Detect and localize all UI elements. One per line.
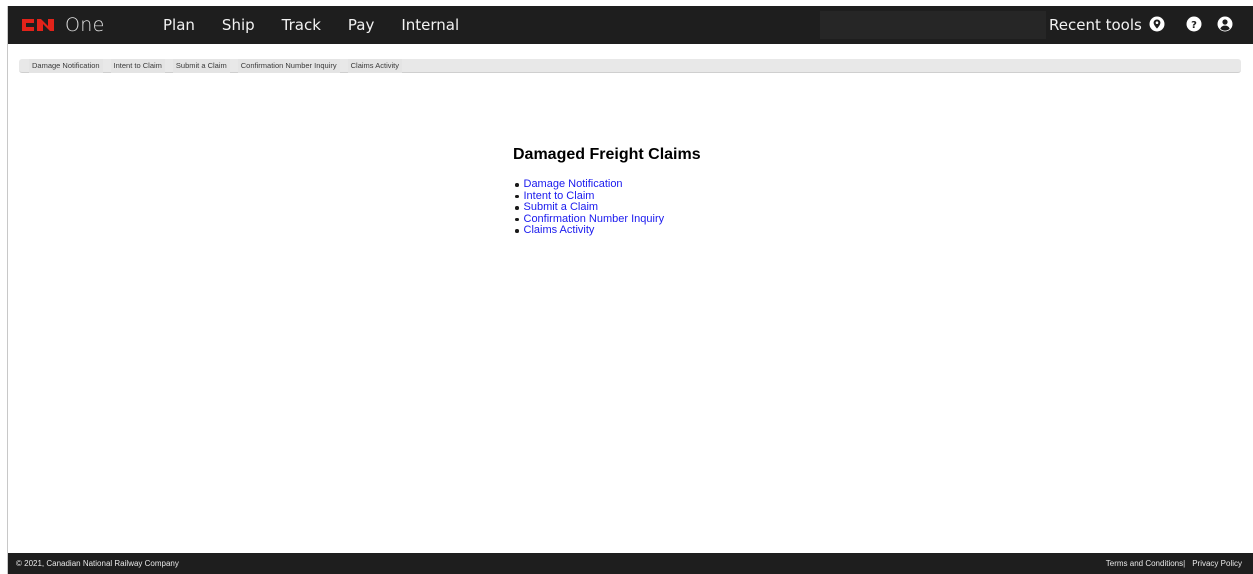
nav-ship[interactable]: Ship <box>222 16 255 34</box>
bullet <box>515 206 519 210</box>
tab-confirmation-number-inquiry[interactable]: Confirmation Number Inquiry <box>237 58 340 73</box>
claims-link-list: Damage Notification Intent to Claim Subm… <box>515 178 701 237</box>
link-claims-activity[interactable]: Claims Activity <box>524 224 595 237</box>
bullet <box>515 229 519 233</box>
bullet <box>515 194 519 198</box>
header-search-area[interactable] <box>820 11 1046 39</box>
user-icon[interactable] <box>1216 15 1234 33</box>
link-submit-a-claim[interactable]: Submit a Claim <box>524 201 599 214</box>
page-title: Damaged Freight Claims <box>513 146 701 163</box>
location-icon[interactable] <box>1148 15 1166 33</box>
cn-logo-icon <box>22 19 54 31</box>
list-item: Claims Activity <box>515 224 701 237</box>
footer-links: Terms and Conditions | Privacy Policy <box>1106 559 1242 568</box>
main-nav: Plan Ship Track Pay Internal <box>163 6 486 44</box>
recent-tools-button[interactable]: Recent tools <box>1049 6 1142 44</box>
nav-pay[interactable]: Pay <box>348 16 374 34</box>
svg-text:?: ? <box>1191 20 1197 31</box>
tab-submit-a-claim[interactable]: Submit a Claim <box>172 58 230 73</box>
copyright-text: © 2021, Canadian National Railway Compan… <box>16 559 179 568</box>
list-item: Damage Notification <box>515 178 701 191</box>
logo-text: One <box>65 14 105 36</box>
tab-intent-to-claim[interactable]: Intent to Claim <box>110 58 165 73</box>
help-icon[interactable]: ? <box>1185 15 1203 33</box>
bullet <box>515 217 519 221</box>
app-frame: One Plan Ship Track Pay Internal Recent … <box>7 6 1253 574</box>
footer-separator: | <box>1183 559 1186 568</box>
main-content: Damaged Freight Claims Damage Notificati… <box>513 146 701 237</box>
link-damage-notification[interactable]: Damage Notification <box>524 178 623 191</box>
list-item: Submit a Claim <box>515 201 701 214</box>
cn-one-logo[interactable]: One <box>18 13 105 37</box>
nav-plan[interactable]: Plan <box>163 16 195 34</box>
privacy-link[interactable]: Privacy Policy <box>1192 559 1242 568</box>
bullet <box>515 183 519 187</box>
tab-damage-notification[interactable]: Damage Notification <box>29 58 103 73</box>
nav-track[interactable]: Track <box>282 16 321 34</box>
tab-claims-activity[interactable]: Claims Activity <box>347 58 402 73</box>
footer: © 2021, Canadian National Railway Compan… <box>8 553 1253 574</box>
terms-link[interactable]: Terms and Conditions <box>1106 559 1183 568</box>
claims-tab-bar: Damage Notification Intent to Claim Subm… <box>19 58 1241 73</box>
top-navigation-bar: One Plan Ship Track Pay Internal Recent … <box>8 6 1253 44</box>
nav-internal[interactable]: Internal <box>401 16 459 34</box>
